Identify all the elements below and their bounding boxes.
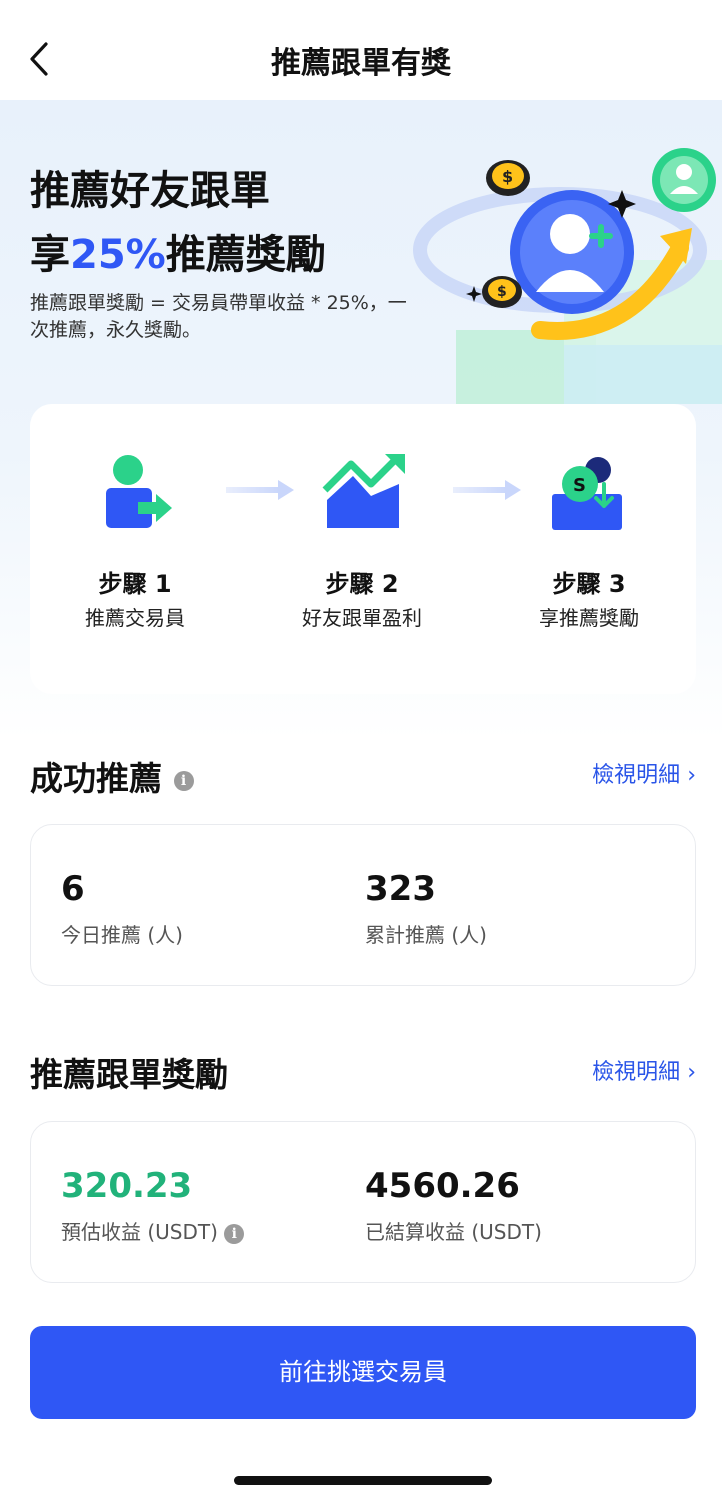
svg-text:$: $ [502, 167, 513, 186]
nav-bar: 推薦跟單有獎 [0, 0, 722, 100]
info-icon[interactable]: i [173, 770, 194, 791]
page-title: 推薦跟單有獎 [271, 46, 451, 81]
reward-coin-icon: S [552, 457, 622, 530]
step-1: 步驟 1 推薦交易員 [30, 404, 250, 694]
referrals-stats-card: 6 今日推薦 (人) 323 累計推薦 (人) [30, 824, 696, 986]
home-indicator[interactable] [234, 1476, 492, 1485]
today-referrals-label: 今日推薦 (人) [61, 923, 183, 947]
chevron-right-icon: › [687, 1060, 696, 1085]
rewards-section-title: 推薦跟單獎勵 [30, 1055, 228, 1094]
estimated-earnings-label-row: 預估收益 (USDT) i [61, 1216, 245, 1245]
hero-title-suffix: 推薦獎勵 [165, 232, 326, 278]
settled-earnings-label: 已結算收益 (USDT) [365, 1220, 542, 1244]
hero-title-line2: 享25%推薦獎勵 [30, 222, 326, 280]
referrals-section-title: 成功推薦 i [30, 752, 194, 800]
estimated-earnings-value: 320.23 [61, 1166, 193, 1206]
step-2-title: 步驟 2 [325, 570, 399, 598]
hero-title-line1: 推薦好友跟單 [30, 168, 270, 214]
estimated-earnings-label: 預估收益 (USDT) [61, 1220, 218, 1244]
step-3-subtitle: 享推薦獎勵 [539, 606, 639, 630]
step-2-subtitle: 好友跟單盈利 [302, 606, 422, 630]
step-arrow-icon [226, 480, 294, 500]
hero-description: 推薦跟單獎勵 = 交易員帶單收益 * 25%，一次推薦，永久獎勵。 [30, 292, 407, 341]
refer-user-icon [106, 455, 172, 528]
referrals-title: 成功推薦 [30, 759, 162, 798]
hero-reward-percent: 25% [70, 232, 166, 278]
rewards-stats-card: 320.23 預估收益 (USDT) i 4560.26 已結算收益 (USDT… [30, 1121, 696, 1283]
hero-title-prefix: 享 [30, 232, 70, 278]
total-referrals-label: 累計推薦 (人) [365, 923, 487, 947]
settled-earnings-value: 4560.26 [365, 1166, 520, 1206]
referrals-link-label: 檢視明細 [592, 763, 681, 788]
chart-up-icon [322, 454, 405, 528]
chevron-right-icon: › [687, 763, 696, 788]
steps-card: 步驟 1 推薦交易員 步驟 2 好友跟單盈利 S 步驟 3 享推薦獎勵 [30, 404, 696, 694]
step-arrow-icon [453, 480, 521, 500]
referral-illustration-icon: $ $ [413, 148, 722, 404]
info-icon[interactable]: i [224, 1223, 245, 1244]
total-referrals-value: 323 [365, 869, 436, 909]
rewards-link-label: 檢視明細 [592, 1060, 681, 1085]
svg-text:S: S [573, 475, 586, 496]
step-1-subtitle: 推薦交易員 [85, 606, 185, 630]
select-trader-button[interactable]: 前往挑選交易員 [30, 1326, 696, 1419]
referrals-view-details-link[interactable]: 檢視明細 › [592, 757, 696, 789]
step-1-title: 步驟 1 [98, 570, 172, 598]
step-3: S 步驟 3 享推薦獎勵 [484, 404, 704, 694]
svg-text:$: $ [497, 284, 507, 300]
step-2: 步驟 2 好友跟單盈利 [257, 404, 477, 694]
today-referrals-value: 6 [61, 869, 85, 909]
rewards-view-details-link[interactable]: 檢視明細 › [592, 1054, 696, 1086]
step-3-title: 步驟 3 [552, 570, 626, 598]
